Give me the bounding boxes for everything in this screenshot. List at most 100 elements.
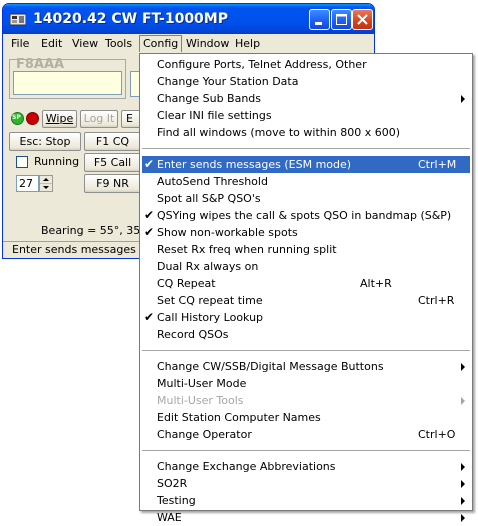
menu-item-multi-user-mode[interactable]: Multi-User Mode bbox=[142, 375, 470, 392]
submenu-arrow-icon bbox=[461, 363, 465, 371]
menu-item-change-your-station-data[interactable]: Change Your Station Data bbox=[142, 73, 470, 90]
submenu-arrow-icon bbox=[461, 480, 465, 488]
menu-item-so2r[interactable]: SO2R bbox=[142, 475, 470, 492]
menu-item-set-cq-repeat-time[interactable]: Set CQ repeat time Ctrl+R bbox=[142, 292, 470, 309]
menu-item-label: Multi-User Tools bbox=[157, 394, 244, 407]
menu-item-multi-user-tools[interactable]: Multi-User Tools bbox=[142, 392, 470, 409]
red-indicator-icon[interactable] bbox=[26, 112, 39, 125]
menu-window[interactable]: Window bbox=[186, 37, 229, 50]
config-dropdown-menu: Configure Ports, Telnet Address, Other Ch… bbox=[139, 53, 473, 524]
menu-item-qsying-wipes-the-call-spots-qso-in-bandmap-s-p[interactable]: ✔ QSYing wipes the call & spots QSO in ba… bbox=[142, 207, 470, 224]
spin-down-icon[interactable] bbox=[40, 184, 52, 192]
menu-edit[interactable]: Edit bbox=[41, 37, 62, 50]
menu-item-change-operator[interactable]: Change Operator Ctrl+O bbox=[142, 426, 470, 443]
menu-item-label: Testing bbox=[157, 494, 196, 507]
esc-stop-button[interactable]: Esc: Stop bbox=[9, 132, 81, 151]
f9-nr-button[interactable]: F9 NR bbox=[84, 174, 141, 193]
menu-item-label: Dual Rx always on bbox=[157, 260, 259, 273]
window-title: 14020.42 CW FT-1000MP bbox=[33, 11, 228, 27]
menu-item-shortcut: Alt+R bbox=[360, 277, 392, 290]
running-checkbox[interactable] bbox=[16, 156, 28, 168]
edit-button[interactable]: E bbox=[121, 110, 141, 128]
close-button[interactable] bbox=[352, 9, 373, 30]
minimize-icon bbox=[315, 22, 322, 25]
menu-item-record-qsos[interactable]: Record QSOs bbox=[142, 326, 470, 343]
log-it-button[interactable]: Log It bbox=[80, 110, 118, 128]
bearing-text: Bearing = 55°, 3518 bbox=[41, 224, 155, 237]
menu-tools[interactable]: Tools bbox=[105, 37, 132, 50]
spin-up-icon[interactable] bbox=[40, 176, 52, 184]
f1-cq-button[interactable]: F1 CQ bbox=[84, 132, 141, 151]
menu-item-find-all-windows-move-to-within-800-x-600[interactable]: Find all windows (move to within 800 x 6… bbox=[142, 124, 470, 141]
menu-item-label: Enter sends messages (ESM mode) bbox=[157, 158, 352, 171]
menu-file[interactable]: File bbox=[11, 37, 29, 50]
menu-separator bbox=[142, 350, 470, 351]
menu-item-label: WAE bbox=[157, 511, 182, 524]
menu-bar: File Edit View Tools Config Window Help bbox=[3, 34, 374, 53]
minimize-button[interactable] bbox=[309, 9, 330, 30]
menu-help[interactable]: Help bbox=[235, 37, 260, 50]
menu-item-testing[interactable]: Testing bbox=[142, 492, 470, 509]
callsign-input[interactable] bbox=[13, 71, 122, 95]
menu-item-configure-ports-telnet-address-other[interactable]: Configure Ports, Telnet Address, Other bbox=[142, 56, 470, 73]
menu-item-label: SO2R bbox=[157, 477, 188, 490]
menu-item-shortcut: Ctrl+O bbox=[418, 428, 456, 441]
menu-item-label: Show non-workable spots bbox=[157, 226, 298, 239]
menu-item-cq-repeat[interactable]: CQ Repeat Alt+R bbox=[142, 275, 470, 292]
menu-item-label: Edit Station Computer Names bbox=[157, 411, 321, 424]
menu-item-change-cw-ssb-digital-message-buttons[interactable]: Change CW/SSB/Digital Message Buttons bbox=[142, 358, 470, 375]
wipe-button[interactable]: Wipe bbox=[42, 110, 77, 128]
menu-item-edit-station-computer-names[interactable]: Edit Station Computer Names bbox=[142, 409, 470, 426]
menu-config[interactable]: Config bbox=[139, 35, 183, 52]
maximize-button[interactable] bbox=[331, 9, 352, 30]
menu-item-label: Change Exchange Abbreviations bbox=[157, 460, 336, 473]
menu-item-label: Call History Lookup bbox=[157, 311, 264, 324]
menu-item-clear-ini-file-settings[interactable]: Clear INI file settings bbox=[142, 107, 470, 124]
menu-item-show-non-workable-spots[interactable]: ✔ Show non-workable spots bbox=[142, 224, 470, 241]
menu-item-label: Change Your Station Data bbox=[157, 75, 299, 88]
sp-indicator-icon[interactable]: SP bbox=[11, 112, 24, 125]
submenu-arrow-icon bbox=[461, 95, 465, 103]
submenu-arrow-icon bbox=[461, 463, 465, 471]
menu-item-label: Spot all S&P QSO's bbox=[157, 192, 261, 205]
spin-value-input[interactable]: 27 bbox=[16, 175, 39, 192]
menu-item-change-exchange-abbreviations[interactable]: Change Exchange Abbreviations bbox=[142, 458, 470, 475]
menu-item-label: CQ Repeat bbox=[157, 277, 216, 290]
spin-buttons[interactable] bbox=[39, 175, 53, 192]
app-icon bbox=[10, 13, 26, 26]
menu-item-wae[interactable]: WAE bbox=[142, 509, 470, 526]
checkmark-icon: ✔ bbox=[144, 225, 155, 239]
menu-item-spot-all-s-p-qso-s[interactable]: Spot all S&P QSO's bbox=[142, 190, 470, 207]
title-bar[interactable]: 14020.42 CW FT-1000MP bbox=[3, 4, 374, 34]
menu-item-shortcut: Ctrl+R bbox=[418, 294, 455, 307]
menu-item-label: Change CW/SSB/Digital Message Buttons bbox=[157, 360, 384, 373]
f5-call-button[interactable]: F5 Call bbox=[84, 153, 141, 172]
menu-item-autosend-threshold[interactable]: AutoSend Threshold bbox=[142, 173, 470, 190]
menu-view[interactable]: View bbox=[72, 37, 98, 50]
menu-item-shortcut: Ctrl+M bbox=[418, 158, 457, 171]
close-icon bbox=[357, 14, 368, 25]
menu-item-label: QSYing wipes the call & spots QSO in ban… bbox=[157, 209, 452, 222]
menu-item-label: Change Operator bbox=[157, 428, 252, 441]
callsign-label: F8AAA bbox=[16, 57, 65, 72]
submenu-arrow-icon bbox=[461, 397, 465, 405]
checkmark-icon: ✔ bbox=[144, 208, 155, 222]
menu-item-label: Record QSOs bbox=[157, 328, 229, 341]
menu-item-label: Configure Ports, Telnet Address, Other bbox=[157, 58, 367, 71]
checkmark-icon: ✔ bbox=[144, 310, 155, 324]
maximize-icon bbox=[336, 14, 347, 25]
menu-separator bbox=[142, 450, 470, 451]
menu-item-change-sub-bands[interactable]: Change Sub Bands bbox=[142, 90, 470, 107]
menu-item-label: Clear INI file settings bbox=[157, 109, 272, 122]
menu-item-reset-rx-freq-when-running-split[interactable]: Reset Rx freq when running split bbox=[142, 241, 470, 258]
menu-separator bbox=[142, 148, 470, 149]
menu-item-label: Set CQ repeat time bbox=[157, 294, 263, 307]
menu-item-label: Find all windows (move to within 800 x 6… bbox=[157, 126, 401, 139]
menu-item-call-history-lookup[interactable]: ✔ Call History Lookup bbox=[142, 309, 470, 326]
menu-item-dual-rx-always-on[interactable]: Dual Rx always on bbox=[142, 258, 470, 275]
submenu-arrow-icon bbox=[461, 514, 465, 522]
menu-item-enter-sends-messages-esm-mode[interactable]: ✔ Enter sends messages (ESM mode) Ctrl+M bbox=[142, 156, 470, 173]
running-label: Running bbox=[34, 155, 80, 168]
menu-item-label: Reset Rx freq when running split bbox=[157, 243, 337, 256]
submenu-arrow-icon bbox=[461, 497, 465, 505]
